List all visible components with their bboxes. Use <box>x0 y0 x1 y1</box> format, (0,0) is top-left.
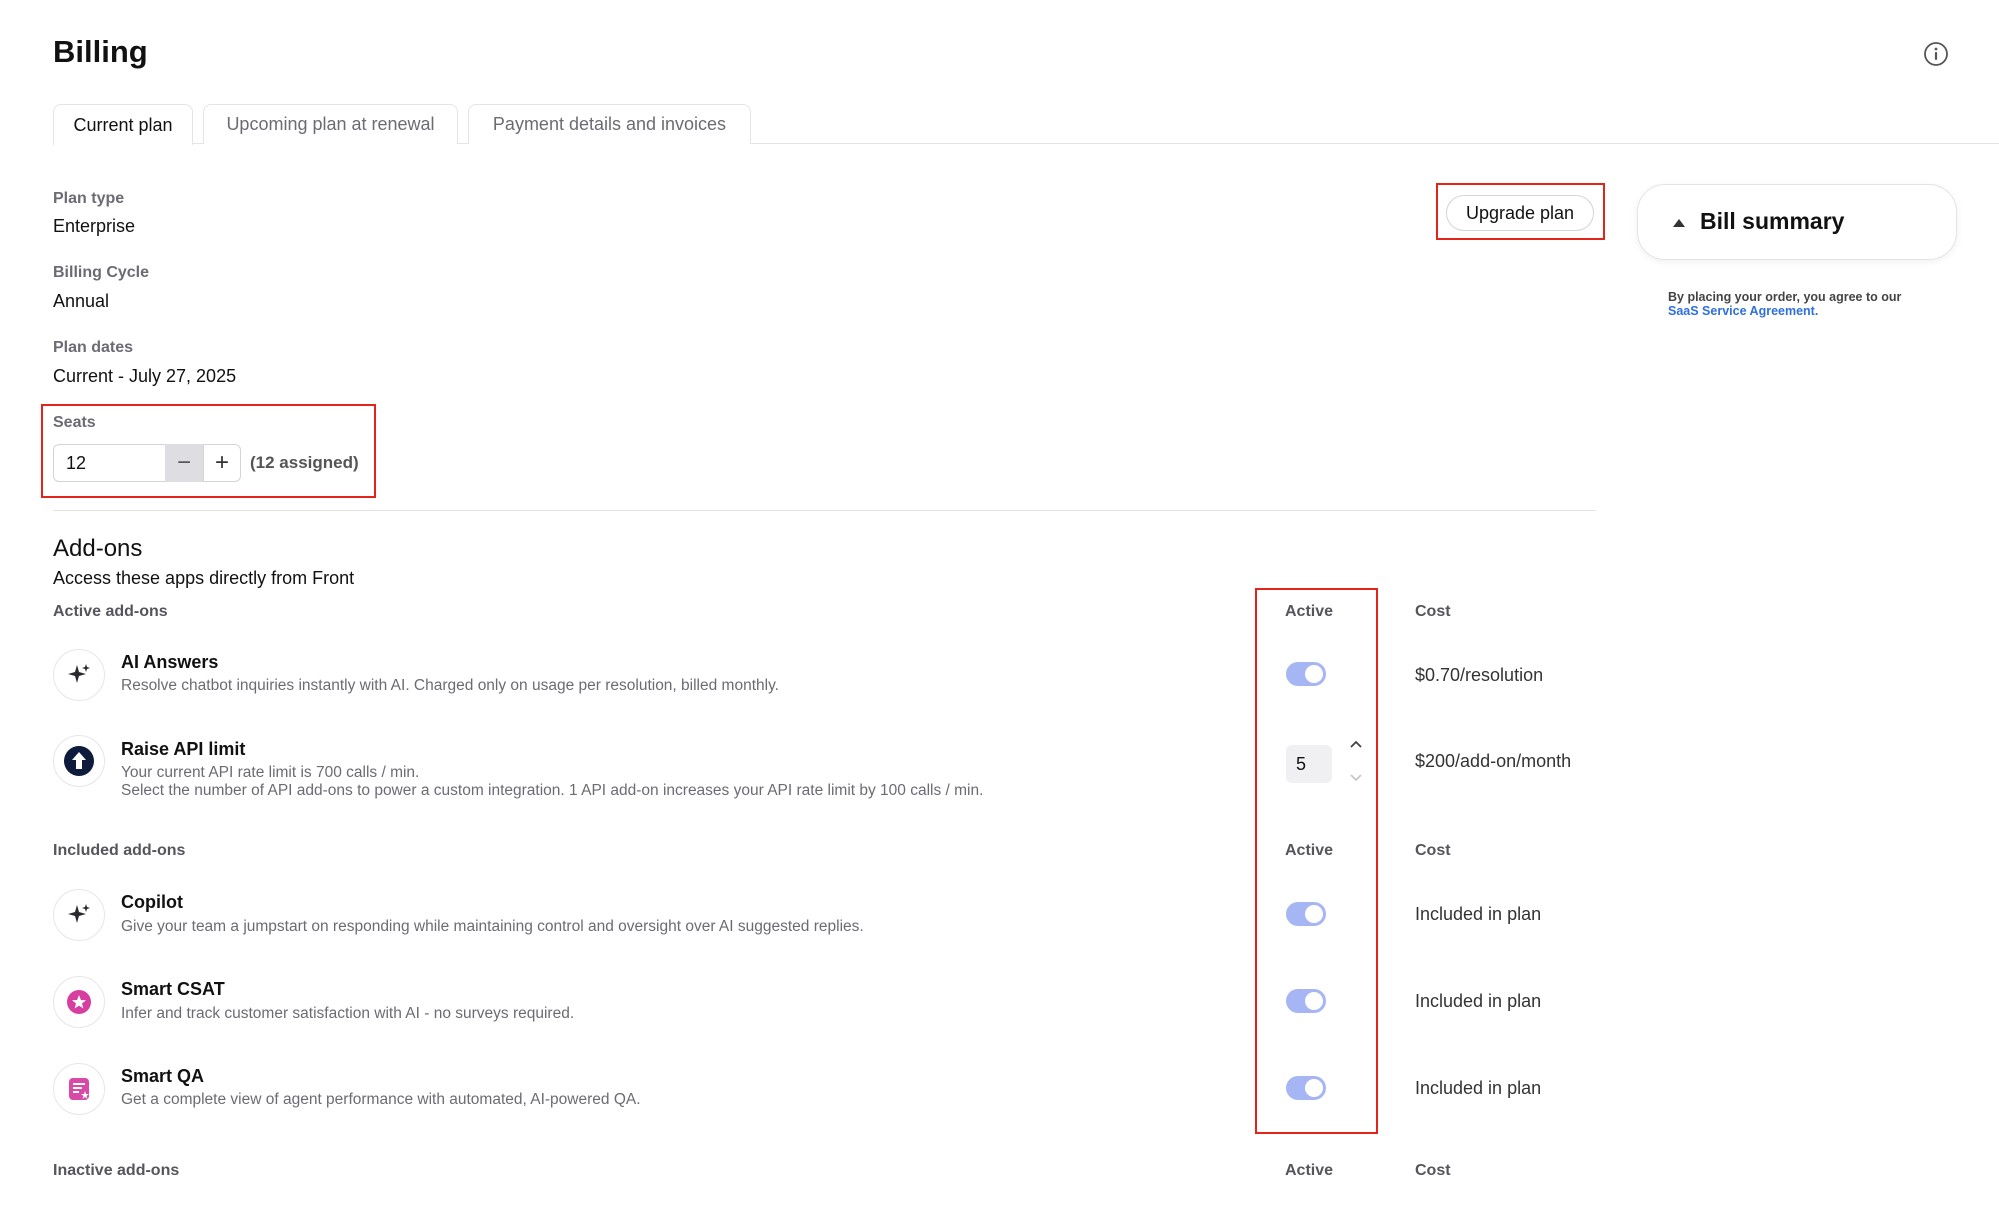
caret-up-icon[interactable] <box>1673 219 1685 227</box>
included-cost-column-header: Cost <box>1415 842 1451 859</box>
copilot-cost: Included in plan <box>1415 904 1542 924</box>
copilot-toggle[interactable] <box>1286 902 1326 926</box>
seats-input[interactable]: 12 <box>53 444 165 482</box>
seats-decrement-button[interactable]: − <box>165 444 203 482</box>
toggle-knob <box>1305 992 1323 1010</box>
addons-title: Add-ons <box>53 535 143 562</box>
smart-qa-icon-wrap <box>53 1063 105 1115</box>
plan-type-value: Enterprise <box>53 216 136 236</box>
toggle-knob <box>1305 1079 1323 1097</box>
info-icon[interactable] <box>1922 40 1950 68</box>
smart-csat-toggle[interactable] <box>1286 989 1326 1013</box>
smart-csat-name: Smart CSAT <box>121 979 225 999</box>
saas-agreement-link[interactable]: SaaS Service Agreement. <box>1668 304 1818 318</box>
copilot-desc: Give your team a jumpstart on responding… <box>121 918 864 935</box>
upgrade-plan-button[interactable]: Upgrade plan <box>1446 195 1594 231</box>
chevron-up-icon[interactable] <box>1348 738 1364 750</box>
copilot-icon-wrap <box>53 889 105 941</box>
tab-upcoming-plan[interactable]: Upcoming plan at renewal <box>203 104 458 144</box>
raise-api-desc-2: Select the number of API add-ons to powe… <box>121 782 984 799</box>
smart-qa-cost: Included in plan <box>1415 1078 1542 1098</box>
inactive-active-column-header: Active <box>1285 1162 1334 1179</box>
smart-qa-toggle[interactable] <box>1286 1076 1326 1100</box>
smart-qa-desc: Get a complete view of agent performance… <box>121 1091 641 1108</box>
seats-label: Seats <box>53 414 96 431</box>
plan-dates-label: Plan dates <box>53 339 134 356</box>
page-title: Billing <box>53 34 148 69</box>
ai-answers-cost: $0.70/resolution <box>1415 665 1544 685</box>
raise-api-cost: $200/add-on/month <box>1415 751 1572 771</box>
clipboard-star-icon <box>69 1078 89 1100</box>
addons-subtitle: Access these apps directly from Front <box>53 568 355 588</box>
tab-current-plan[interactable]: Current plan <box>53 104 193 145</box>
inactive-addons-heading: Inactive add-ons <box>53 1162 180 1179</box>
active-column-header: Active <box>1285 603 1334 620</box>
seats-increment-button[interactable]: + <box>203 444 241 482</box>
smart-csat-icon-wrap <box>53 976 105 1028</box>
raise-api-desc-1: Your current API rate limit is 700 calls… <box>121 764 420 781</box>
section-divider <box>53 510 1596 511</box>
raise-api-name: Raise API limit <box>121 739 246 759</box>
included-active-column-header: Active <box>1285 842 1334 859</box>
active-addons-heading: Active add-ons <box>53 603 168 620</box>
copilot-name: Copilot <box>121 892 183 912</box>
tab-payment-details[interactable]: Payment details and invoices <box>468 104 751 144</box>
arrow-up-circle-icon <box>64 746 94 776</box>
billing-cycle-value: Annual <box>53 291 110 311</box>
sparkle-icon <box>68 664 90 683</box>
raise-api-icon-wrap <box>53 735 105 787</box>
plan-dates-value: Current - July 27, 2025 <box>53 366 237 386</box>
included-addons-heading: Included add-ons <box>53 842 186 859</box>
bill-summary-title[interactable]: Bill summary <box>1700 208 1844 235</box>
ai-answers-icon-wrap <box>53 649 105 701</box>
api-quantity-input[interactable]: 5 <box>1286 745 1332 783</box>
agreement-text: By placing your order, you agree to our … <box>1668 290 1958 318</box>
seats-assigned-count: (12 assigned) <box>250 453 359 472</box>
toggle-knob <box>1305 905 1323 923</box>
smart-csat-cost: Included in plan <box>1415 991 1542 1011</box>
plan-type-label: Plan type <box>53 190 125 207</box>
billing-cycle-label: Billing Cycle <box>53 264 150 281</box>
toggle-knob <box>1305 665 1323 683</box>
smart-qa-name: Smart QA <box>121 1066 205 1086</box>
ai-answers-desc: Resolve chatbot inquiries instantly with… <box>121 677 779 694</box>
ai-answers-name: AI Answers <box>121 652 219 672</box>
sparkle-icon <box>68 904 90 923</box>
star-badge-icon <box>67 990 91 1014</box>
smart-csat-desc: Infer and track customer satisfaction wi… <box>121 1005 575 1022</box>
chevron-down-icon[interactable] <box>1348 772 1364 784</box>
cost-column-header: Cost <box>1415 603 1451 620</box>
inactive-cost-column-header: Cost <box>1415 1162 1451 1179</box>
ai-answers-toggle[interactable] <box>1286 662 1326 686</box>
agreement-text-body: By placing your order, you agree to our <box>1668 290 1902 304</box>
